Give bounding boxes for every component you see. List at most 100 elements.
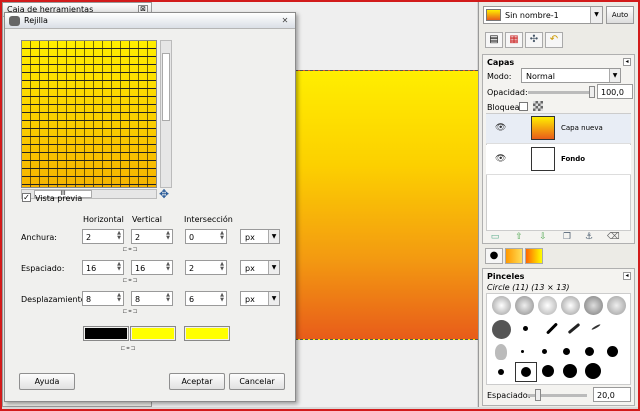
brush-item[interactable] — [591, 323, 601, 331]
brush-tab-icon[interactable]: ● — [485, 248, 503, 264]
brush-item[interactable] — [492, 296, 511, 315]
intersection-color-button[interactable] — [184, 326, 230, 341]
navigate-icon[interactable]: ✥ — [159, 187, 169, 201]
ok-button[interactable]: Aceptar — [169, 373, 225, 390]
brush-item[interactable] — [607, 296, 626, 315]
width-chain-icon[interactable]: ⊏⚭⊐ — [115, 246, 145, 254]
spinner-arrows-icon[interactable]: ▲ ▼ — [219, 293, 225, 304]
mode-label: Modo: — [487, 72, 512, 81]
raise-layer-icon[interactable]: ⇧ — [513, 231, 525, 243]
spacing-chain-icon[interactable]: ⊏⚭⊐ — [115, 277, 145, 285]
lock-alpha-icon[interactable] — [533, 101, 543, 111]
mode-select[interactable]: Normal ▼ — [521, 68, 621, 83]
width-horizontal-spinner[interactable]: 2 ▲ ▼ — [82, 229, 124, 244]
width-intersection-spinner[interactable]: 0 ▲ ▼ — [185, 229, 227, 244]
offset-unit-select[interactable]: px ▼ — [240, 291, 280, 306]
tool-options-tab-icon[interactable]: ▤ — [485, 32, 503, 48]
brush-item[interactable] — [607, 346, 618, 357]
spacing-vertical-spinner[interactable]: 16 ▲ ▼ — [131, 260, 173, 275]
spacing-label: Espaciado: — [21, 264, 65, 273]
brush-item[interactable] — [567, 322, 581, 335]
dropdown-arrow-icon[interactable]: ▼ — [268, 261, 279, 274]
duplicate-layer-icon[interactable]: ❐ — [561, 231, 573, 243]
spinner-arrows-icon[interactable]: ▲ ▼ — [165, 231, 171, 242]
brush-item[interactable] — [585, 363, 601, 379]
color-chain-icon[interactable]: ⊏⚭⊐ — [113, 345, 143, 353]
dialog-close-button[interactable]: ✕ — [279, 16, 291, 26]
spinner-arrows-icon[interactable]: ▲ ▼ — [116, 262, 122, 273]
gradient-tab-icon[interactable] — [525, 248, 543, 264]
brush-item[interactable] — [563, 348, 570, 355]
spinner-arrows-icon[interactable]: ▲ ▼ — [219, 262, 225, 273]
width-unit-select[interactable]: px ▼ — [240, 229, 280, 244]
spacing-horizontal-spinner[interactable]: 16 ▲ ▼ — [82, 260, 124, 275]
delete-layer-icon[interactable]: ⌫ — [607, 231, 620, 243]
brush-item[interactable] — [545, 322, 559, 335]
preview-checkbox[interactable]: ✓ — [22, 193, 31, 202]
spinner-arrows-icon[interactable]: ▲ ▼ — [219, 231, 225, 242]
brush-item[interactable] — [523, 326, 528, 331]
spacing-intersection-spinner[interactable]: 2 ▲ ▼ — [185, 260, 227, 275]
visibility-eye-icon[interactable]: 👁 — [495, 123, 506, 133]
brush-item[interactable] — [561, 296, 580, 315]
anchor-layer-icon[interactable]: ⚓ — [583, 231, 595, 243]
dropdown-arrow-icon[interactable]: ▼ — [590, 7, 602, 23]
brush-item[interactable] — [584, 296, 603, 315]
visibility-eye-icon[interactable]: 👁 — [495, 154, 506, 164]
offset-horizontal-spinner[interactable]: 8 ▲ ▼ — [82, 291, 124, 306]
spinner-arrows-icon[interactable]: ▲ ▼ — [165, 293, 171, 304]
lock-pixels-checkbox[interactable] — [519, 102, 528, 111]
spacing-slider-handle[interactable] — [535, 389, 541, 401]
spinner-arrows-icon[interactable]: ▲ ▼ — [116, 293, 122, 304]
brush-item[interactable] — [542, 365, 554, 377]
brush-item[interactable] — [542, 349, 547, 354]
vertical-scroll-thumb[interactable] — [162, 53, 170, 121]
preview-image[interactable] — [21, 40, 157, 188]
brush-item[interactable] — [492, 320, 511, 339]
auto-button[interactable]: Auto — [606, 6, 634, 24]
horizontal-color-button[interactable] — [83, 326, 129, 341]
brush-item[interactable] — [498, 369, 504, 375]
dialog-titlebar[interactable]: Rejilla ✕ — [5, 13, 295, 29]
new-layer-icon[interactable]: ▭ — [489, 231, 501, 243]
offset-intersection-spinner[interactable]: 6 ▲ ▼ — [185, 291, 227, 306]
offset-vertical-spinner[interactable]: 8 ▲ ▼ — [131, 291, 173, 306]
dropdown-arrow-icon[interactable]: ▼ — [268, 230, 279, 243]
spinner-arrows-icon[interactable]: ▲ ▼ — [116, 231, 122, 242]
brush-grid[interactable] — [486, 293, 631, 385]
brush-item[interactable] — [585, 347, 594, 356]
brush-item[interactable] — [538, 296, 557, 315]
dropdown-arrow-icon[interactable]: ▼ — [609, 69, 620, 82]
brush-item[interactable] — [495, 344, 507, 360]
dock-menu-icon[interactable]: ◂ — [623, 58, 631, 66]
brush-item[interactable] — [515, 296, 534, 315]
width-vertical-spinner[interactable]: 2 ▲ ▼ — [131, 229, 173, 244]
opacity-slider-track[interactable] — [528, 91, 593, 94]
vertical-color-button[interactable] — [130, 326, 176, 341]
help-button[interactable]: Ayuda — [19, 373, 75, 390]
offset-chain-icon[interactable]: ⊏⚭⊐ — [115, 308, 145, 316]
image-selector[interactable]: Sin nombre-1 ▼ — [483, 6, 603, 24]
brush-item[interactable] — [521, 350, 524, 353]
layer-row-capa-nueva[interactable]: 👁 Capa nueva — [486, 114, 631, 144]
lower-layer-icon[interactable]: ⇩ — [537, 231, 549, 243]
pattern-tab-icon[interactable] — [505, 248, 523, 264]
preview-vertical-scrollbar[interactable] — [160, 40, 172, 188]
brush-item[interactable] — [521, 367, 531, 377]
opacity-slider-handle[interactable] — [589, 86, 595, 98]
offset-unit-value: px — [245, 295, 255, 304]
spacing-unit-select[interactable]: px ▼ — [240, 260, 280, 275]
images-tab-icon[interactable]: ↶ — [545, 32, 563, 48]
width-label: Anchura: — [21, 233, 57, 242]
opacity-spinner[interactable]: 100,0 — [597, 84, 633, 99]
undo-history-tab-icon[interactable]: ✣ — [525, 32, 543, 48]
brush-item[interactable] — [563, 364, 577, 378]
device-status-tab-icon[interactable]: ▦ — [505, 32, 523, 48]
spacing-spinner[interactable]: 20,0 — [593, 387, 631, 402]
spinner-arrows-icon[interactable]: ▲ ▼ — [165, 262, 171, 273]
dock-menu-icon[interactable]: ◂ — [623, 272, 631, 280]
cancel-button[interactable]: Cancelar — [229, 373, 285, 390]
dropdown-arrow-icon[interactable]: ▼ — [268, 292, 279, 305]
right-dock-panel: Sin nombre-1 ▼ Auto ▤ ▦ ✣ ↶ Capas ◂ Modo… — [478, 2, 638, 407]
layer-row-fondo[interactable]: 👁 Fondo — [486, 145, 631, 175]
